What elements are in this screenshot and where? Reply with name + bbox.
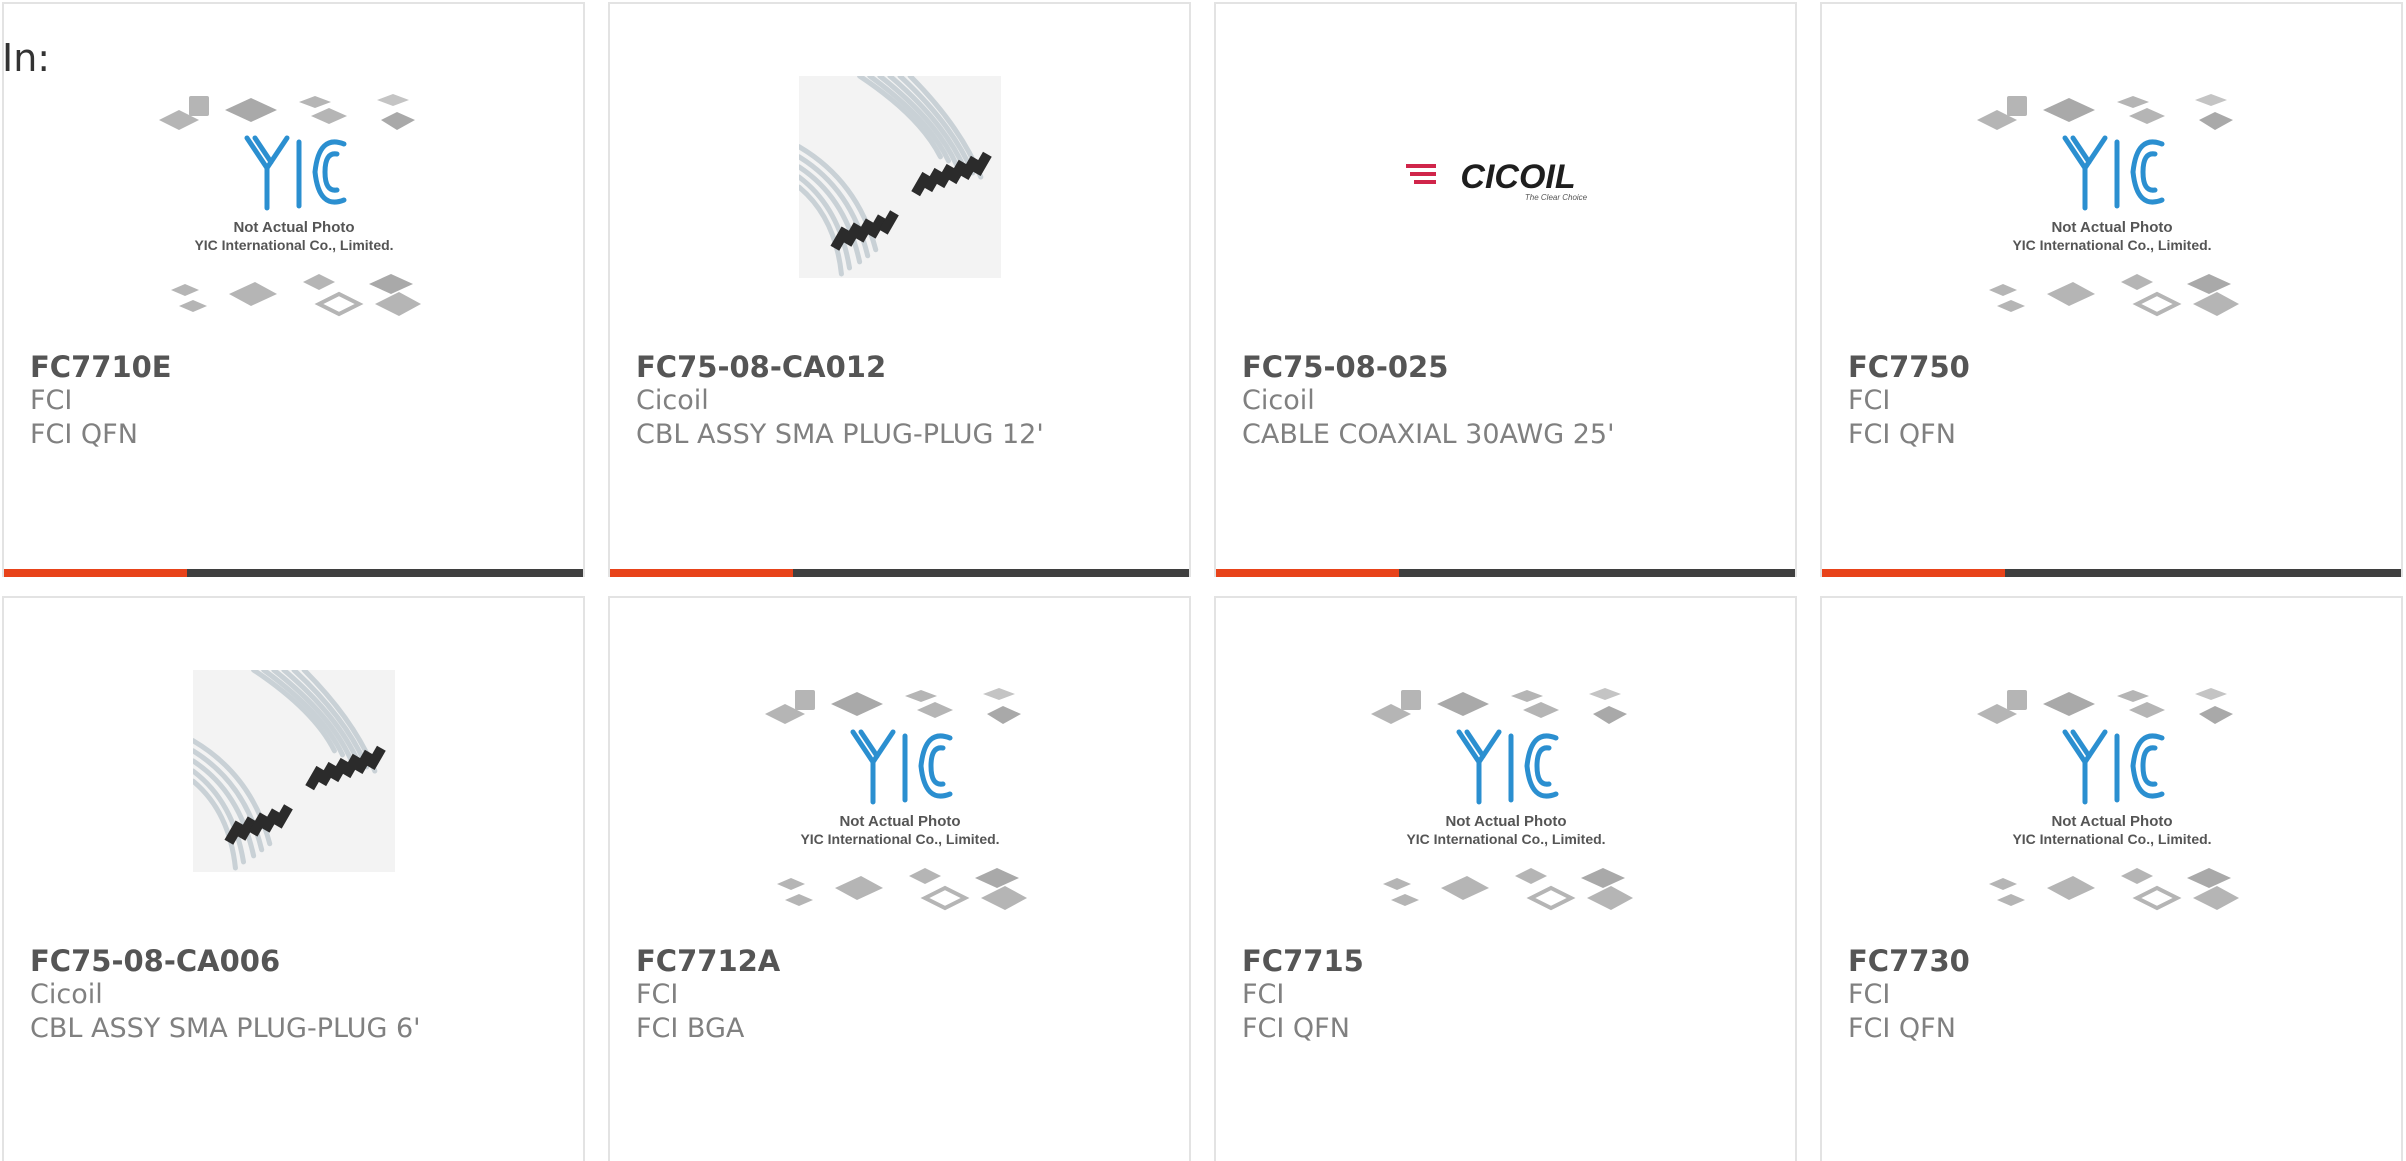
product-card[interactable]: FC75-08-CA012 Cicoil CBL ASSY SMA PLUG-P… [608, 2, 1191, 577]
product-card[interactable]: Not Actual Photo YIC International Co., … [608, 596, 1191, 1161]
manufacturer: Cicoil [636, 385, 709, 416]
part-number[interactable]: FC75-08-CA006 [30, 944, 571, 978]
card-bottom-bar [1216, 569, 1795, 577]
part-number[interactable]: FC7715 [1242, 944, 1783, 978]
product-card[interactable]: Not Actual Photo YIC International Co., … [1820, 596, 2403, 1161]
product-grid: Not Actual Photo YIC International Co., … [2, 2, 2404, 1161]
placeholder-line2: YIC International Co., Limited. [1406, 831, 1605, 847]
description: CABLE COAXIAL 30AWG 25' [1242, 419, 1615, 450]
product-card[interactable]: Not Actual Photo YIC International Co., … [1214, 596, 1797, 1161]
product-info: FC7715 FCI FCI QFN [1242, 944, 1783, 1046]
placeholder-chip-image: Not Actual Photo YIC International Co., … [1976, 666, 2247, 936]
product-info: FC75-08-025 Cicoil CABLE COAXIAL 30AWG 2… [1242, 350, 1783, 452]
placeholder-line2: YIC International Co., Limited. [2012, 831, 2211, 847]
cicoil-logo: CICOIL The Clear Choice [1405, 154, 1606, 204]
placeholder-line2: YIC International Co., Limited. [800, 831, 999, 847]
placeholder-chip-image: Not Actual Photo YIC International Co., … [158, 72, 429, 342]
part-number[interactable]: FC75-08-025 [1242, 350, 1783, 384]
card-bottom-bar [610, 569, 1189, 577]
description: FCI QFN [30, 419, 138, 450]
placeholder-line2: YIC International Co., Limited. [2012, 237, 2211, 253]
product-info: FC7710E FCI FCI QFN [30, 350, 571, 452]
cicoil-logo-text: CICOIL [1460, 158, 1575, 196]
placeholder-line1: Not Actual Photo [233, 219, 354, 236]
in-heading: In: [2, 36, 51, 80]
cicoil-tagline: The Clear Choice [1524, 193, 1587, 202]
product-card[interactable]: Not Actual Photo YIC International Co., … [2, 2, 585, 577]
part-number[interactable]: FC7750 [1848, 350, 2389, 384]
placeholder-line1: Not Actual Photo [839, 813, 960, 830]
manufacturer: FCI [1242, 979, 1285, 1010]
manufacturer: FCI [1848, 385, 1891, 416]
description: FCI QFN [1242, 1013, 1350, 1044]
product-info: FC7750 FCI FCI QFN [1848, 350, 2389, 452]
part-number[interactable]: FC7710E [30, 350, 571, 384]
placeholder-chip-image: Not Actual Photo YIC International Co., … [1370, 666, 1641, 936]
placeholder-line1: Not Actual Photo [2051, 219, 2172, 236]
description: CBL ASSY SMA PLUG-PLUG 12' [636, 419, 1044, 450]
product-card[interactable]: CICOIL The Clear Choice FC75-08-025 Cico… [1214, 2, 1797, 577]
manufacturer: FCI [1848, 979, 1891, 1010]
description: CBL ASSY SMA PLUG-PLUG 6' [30, 1013, 421, 1044]
placeholder-line2: YIC International Co., Limited. [194, 237, 393, 253]
placeholder-line1: Not Actual Photo [2051, 813, 2172, 830]
description: FCI QFN [1848, 419, 1956, 450]
part-number[interactable]: FC7730 [1848, 944, 2389, 978]
description: FCI QFN [1848, 1013, 1956, 1044]
placeholder-line1: Not Actual Photo [1445, 813, 1566, 830]
product-info: FC75-08-CA006 Cicoil CBL ASSY SMA PLUG-P… [30, 944, 571, 1046]
description: FCI BGA [636, 1013, 745, 1044]
part-number[interactable]: FC75-08-CA012 [636, 350, 1177, 384]
card-bottom-bar [1822, 569, 2401, 577]
cable-assembly-photo [798, 76, 1001, 278]
manufacturer: FCI [636, 979, 679, 1010]
product-info: FC7712A FCI FCI BGA [636, 944, 1177, 1046]
product-card[interactable]: FC75-08-CA006 Cicoil CBL ASSY SMA PLUG-P… [2, 596, 585, 1161]
product-info: FC75-08-CA012 Cicoil CBL ASSY SMA PLUG-P… [636, 350, 1177, 452]
cable-assembly-photo [192, 670, 395, 872]
manufacturer: Cicoil [30, 979, 103, 1010]
part-number[interactable]: FC7712A [636, 944, 1177, 978]
placeholder-chip-image: Not Actual Photo YIC International Co., … [1976, 72, 2247, 342]
product-listing-page: In: Not Actual Photo YIC International C… [0, 0, 2406, 1161]
manufacturer: Cicoil [1242, 385, 1315, 416]
manufacturer: FCI [30, 385, 73, 416]
product-card[interactable]: Not Actual Photo YIC International Co., … [1820, 2, 2403, 577]
product-info: FC7730 FCI FCI QFN [1848, 944, 2389, 1046]
card-bottom-bar [4, 569, 583, 577]
placeholder-chip-image: Not Actual Photo YIC International Co., … [764, 666, 1035, 936]
